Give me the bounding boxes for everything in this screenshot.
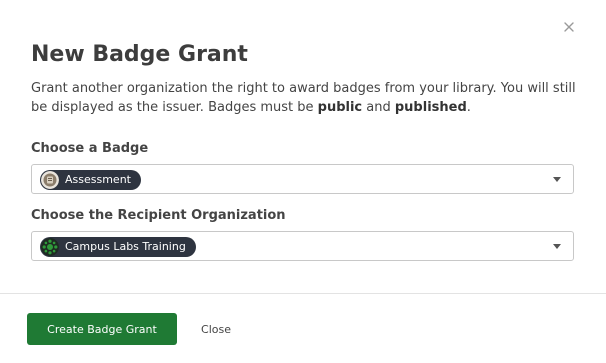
dialog-title: New Badge Grant [31, 42, 248, 67]
description-public: public [317, 100, 363, 115]
selected-organization-label: Campus Labs Training [65, 240, 186, 253]
selected-organization-chip: Campus Labs Training [40, 237, 196, 257]
close-button[interactable]: Close [194, 313, 238, 345]
organization-logo-icon [41, 238, 59, 256]
dialog-description: Grant another organization the right to … [31, 79, 576, 117]
recipient-field-label: Choose the Recipient Organization [31, 208, 286, 223]
selected-badge-label: Assessment [65, 173, 131, 186]
chevron-down-icon [553, 177, 561, 182]
recipient-organization-select[interactable]: Campus Labs Training [31, 231, 574, 261]
chevron-down-icon [553, 244, 561, 249]
description-published: published [394, 100, 467, 115]
badge-select[interactable]: Assessment [31, 164, 574, 194]
badge-field-label: Choose a Badge [31, 141, 149, 156]
footer-divider [0, 293, 606, 294]
create-badge-grant-button[interactable]: Create Badge Grant [27, 313, 177, 345]
badge-grant-dialog: New Badge Grant Grant another organizati… [0, 0, 606, 363]
description-text: Grant another organization the right to … [31, 81, 576, 115]
selected-badge-chip: Assessment [40, 170, 141, 190]
close-icon[interactable] [562, 20, 576, 34]
badge-thumbnail-icon [41, 171, 59, 189]
description-and: and [362, 100, 395, 115]
description-end: . [466, 100, 471, 115]
